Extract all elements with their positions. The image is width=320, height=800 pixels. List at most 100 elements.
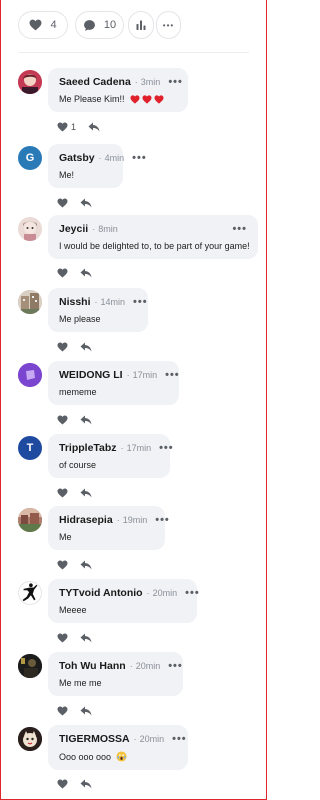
comment-more-icon[interactable]: •••	[185, 588, 200, 599]
avatar[interactable]	[18, 727, 42, 751]
comment-item: Jeycii · 8min ••• I would be delighted to, t…	[0, 215, 267, 283]
red-heart-emoji	[142, 94, 152, 104]
stats-bars-icon	[136, 20, 146, 30]
heart-icon	[57, 488, 68, 498]
comment-actions	[57, 488, 92, 498]
comment-like-button[interactable]	[57, 268, 68, 278]
comment-time: 19min	[122, 515, 148, 525]
avatar[interactable]: T	[18, 436, 42, 460]
comment-text-row: Ooo ooo ooo	[59, 751, 177, 762]
comment-author[interactable]: Nisshi	[59, 296, 91, 308]
comment-reply-button[interactable]	[80, 268, 92, 278]
comment-like-button[interactable]: 1	[57, 122, 76, 132]
heart-icon	[57, 706, 68, 716]
comment-item: WEIDONG LI · 17min ••• mememe	[0, 361, 267, 429]
comment-header: Hidrasepia · 19min •••	[59, 514, 169, 526]
comment-more-icon[interactable]: •••	[132, 153, 147, 164]
comment-like-button[interactable]	[57, 415, 68, 425]
comment-actions	[57, 198, 92, 208]
comment-more-icon[interactable]: •••	[155, 515, 170, 526]
divider	[18, 52, 249, 53]
comment-author[interactable]: Gatsby	[59, 152, 95, 164]
reply-icon	[80, 268, 92, 278]
comment-reply-button[interactable]	[80, 342, 92, 352]
avatar[interactable]	[18, 217, 42, 241]
separator-dot: ·	[126, 370, 130, 380]
comment-reply-button[interactable]	[80, 198, 92, 208]
avatar[interactable]	[18, 581, 42, 605]
comment-like-button[interactable]	[57, 706, 68, 716]
comment-more-icon[interactable]: •••	[232, 224, 247, 235]
comment-text-row: Me	[59, 532, 154, 542]
stats-button[interactable]	[128, 11, 154, 39]
reply-icon	[80, 198, 92, 208]
separator-dot: ·	[116, 515, 120, 525]
comment-item: Saeed Cadena · 3min ••• Me Please Kim!! 1	[0, 68, 267, 136]
comment-author[interactable]: Saeed Cadena	[59, 76, 131, 88]
comment-text: Meeee	[59, 605, 87, 615]
comment-text-row: Meeee	[59, 605, 186, 615]
more-options-button[interactable]: •••	[156, 11, 181, 39]
comment-author[interactable]: Toh Wu Hann	[59, 660, 126, 672]
comment-header: TYTvoid Antonio · 20min •••	[59, 587, 199, 599]
comment-more-icon[interactable]: •••	[172, 734, 187, 745]
comment-author[interactable]: WEIDONG LI	[59, 369, 123, 381]
comment-time: 20min	[135, 661, 161, 671]
avatar[interactable]: G	[18, 146, 42, 170]
comment-reply-button[interactable]	[80, 488, 92, 498]
comment-author[interactable]: TrippleTabz	[59, 442, 117, 454]
comment-like-button[interactable]	[57, 198, 68, 208]
comment-more-icon[interactable]: •••	[133, 297, 148, 308]
comment-reply-button[interactable]	[88, 122, 100, 132]
comment-bubble: Gatsby · 4min ••• Me!	[48, 144, 146, 188]
comment-item: G Gatsby · 4min ••• Me!	[0, 144, 267, 212]
avatar-initial: T	[26, 442, 34, 454]
comment-reply-button[interactable]	[80, 415, 92, 425]
avatar[interactable]	[18, 70, 42, 94]
comment-more-icon[interactable]: •••	[165, 370, 180, 381]
avatar[interactable]	[18, 654, 42, 678]
separator-dot: ·	[120, 443, 124, 453]
comment-reply-button[interactable]	[80, 560, 92, 570]
comment-like-button[interactable]	[57, 342, 68, 352]
reply-icon	[80, 415, 92, 425]
comment-header: WEIDONG LI · 17min •••	[59, 369, 179, 381]
comment-reply-button[interactable]	[80, 633, 92, 643]
avatar[interactable]	[18, 363, 42, 387]
comment-reply-button[interactable]	[80, 779, 92, 789]
comment-bubble: TYTvoid Antonio · 20min ••• Meeee	[48, 579, 199, 623]
comment-like-button[interactable]	[57, 633, 68, 643]
comment-actions	[57, 268, 92, 278]
comment-time: 8min	[98, 224, 118, 234]
comment-more-icon[interactable]: •••	[159, 443, 174, 454]
comment-text-row: I would be delighted to, to be part of y…	[59, 241, 250, 251]
like-button[interactable]: 4	[18, 11, 68, 39]
comment-like-count: 1	[71, 122, 77, 132]
avatar[interactable]	[18, 508, 42, 532]
comment-more-icon[interactable]: •••	[168, 661, 183, 672]
reply-icon	[80, 342, 92, 352]
comment-author[interactable]: Jeycii	[59, 223, 88, 235]
comment-author[interactable]: TIGERMOSSA	[59, 733, 130, 745]
comment-like-button[interactable]	[57, 488, 68, 498]
comment-reply-button[interactable]	[80, 706, 92, 716]
comment-text: Me	[59, 532, 72, 542]
comment-text-row: Me please	[59, 314, 137, 324]
comment-like-button[interactable]	[57, 779, 68, 789]
comment-text: Me Please Kim!!	[59, 94, 125, 104]
comment-like-button[interactable]	[57, 560, 68, 570]
comment-text: Me me me	[59, 678, 102, 688]
reply-icon	[80, 779, 92, 789]
comment-button[interactable]: 10	[75, 11, 124, 39]
comment-bubble: TrippleTabz · 17min ••• of course	[48, 434, 173, 478]
comment-bubble: Saeed Cadena · 3min ••• Me Please Kim!!	[48, 68, 188, 112]
comment-more-icon[interactable]: •••	[168, 77, 183, 88]
more-icon: •••	[162, 20, 175, 30]
separator-dot: ·	[129, 661, 133, 671]
comment-text: of course	[59, 460, 97, 470]
avatar[interactable]	[18, 290, 42, 314]
comment-bubble: Hidrasepia · 19min ••• Me	[48, 506, 169, 550]
heart-icon	[57, 415, 68, 425]
comment-author[interactable]: Hidrasepia	[59, 514, 113, 526]
comment-author[interactable]: TYTvoid Antonio	[59, 587, 143, 599]
